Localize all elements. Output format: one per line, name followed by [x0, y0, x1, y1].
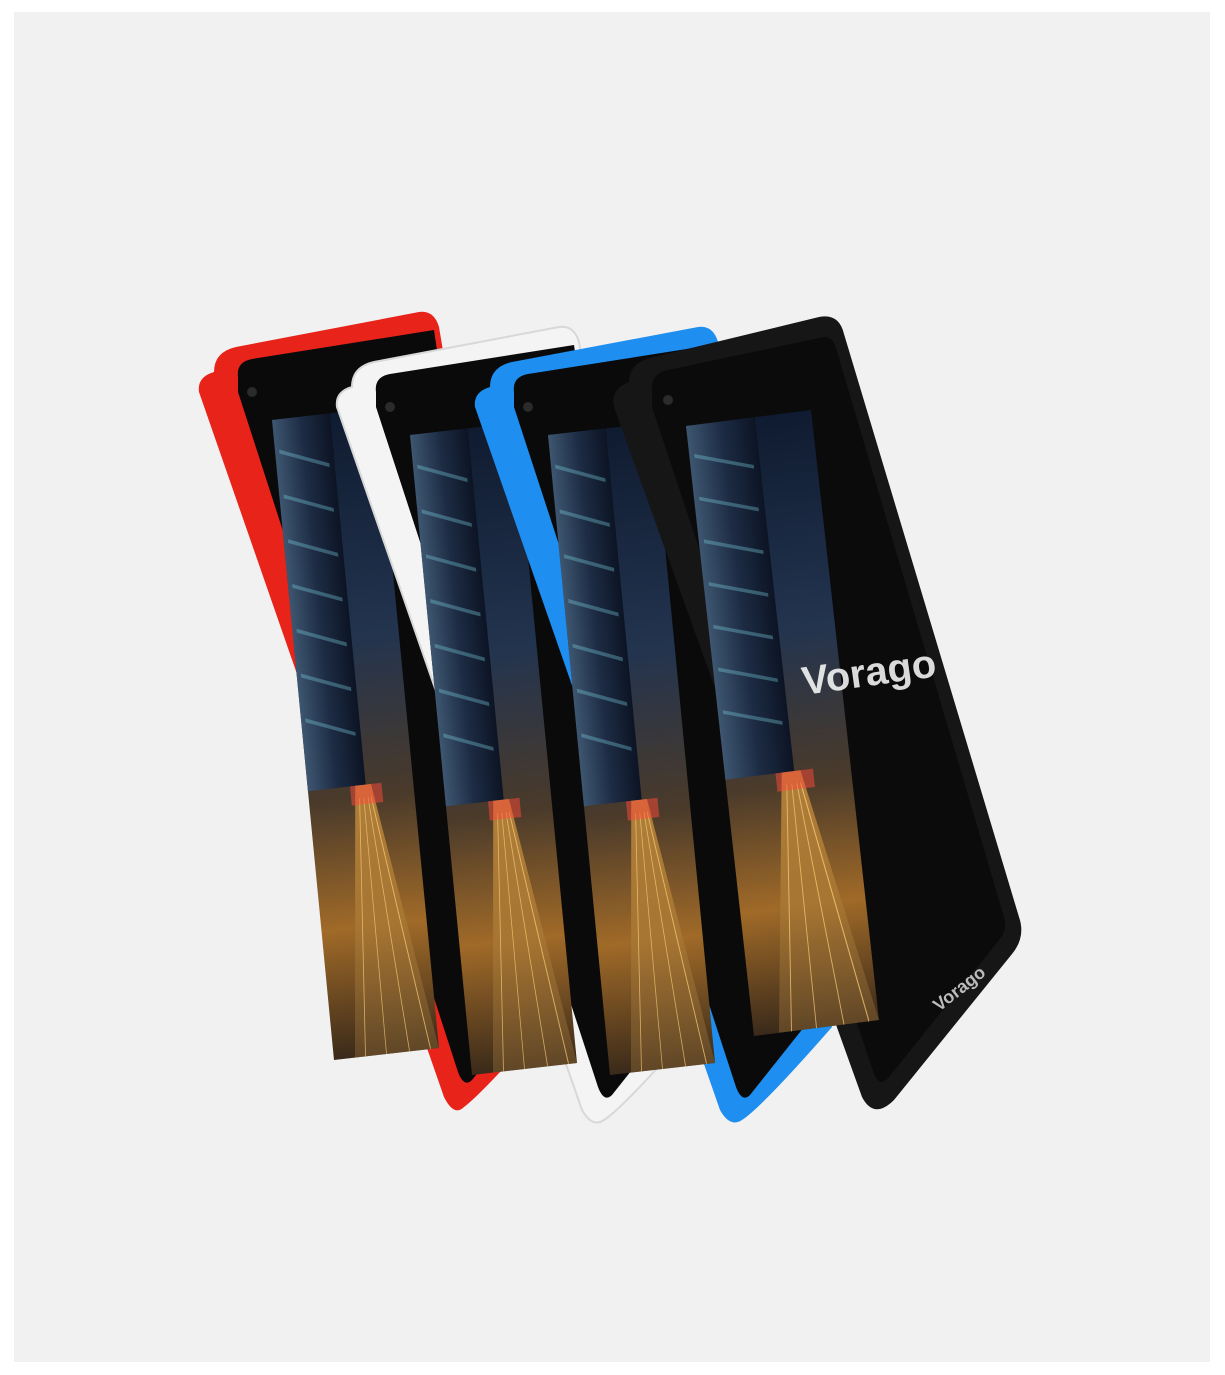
tablet-white-camera: [385, 402, 395, 412]
product-photo-canvas: Vorago Vorago: [14, 12, 1210, 1362]
tablet-red-camera: [247, 387, 257, 397]
tablet-blue-camera: [523, 402, 533, 412]
tablets-illustration: Vorago Vorago: [198, 311, 1022, 1124]
tablet-black-camera: [663, 395, 673, 405]
